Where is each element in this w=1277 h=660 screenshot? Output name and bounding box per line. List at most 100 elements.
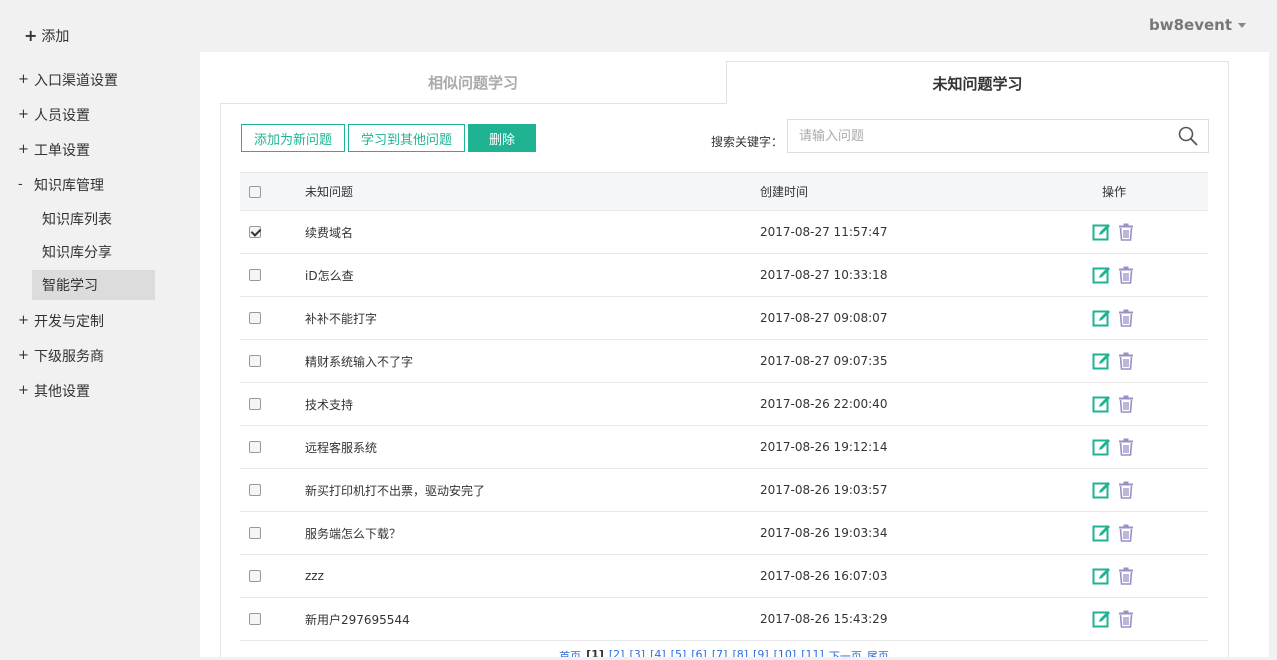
row-checkbox[interactable] — [249, 312, 261, 324]
table-row: 新用户297695544 2017-08-26 15:43:29 — [240, 598, 1208, 641]
row-checkbox[interactable] — [249, 484, 261, 496]
column-header-op: 操作 — [1101, 185, 1126, 199]
unknown-questions-table: 未知问题 创建时间 操作 续费域名 2017-08-27 11:57:47 iD怎么… — [240, 172, 1208, 641]
sidebar-item-label: 下级服务商 — [34, 348, 104, 365]
search-box — [787, 119, 1209, 153]
question-cell: iD怎么查 — [305, 268, 354, 283]
op-cell — [1030, 222, 1198, 242]
trash-icon[interactable] — [1116, 437, 1136, 457]
sidebar-item-dev-custom[interactable]: + 开发与定制 — [0, 303, 200, 338]
edit-icon[interactable] — [1092, 265, 1112, 285]
sidebar-item-label: 开发与定制 — [34, 313, 104, 330]
trash-icon[interactable] — [1116, 308, 1136, 328]
sidebar-subitem-smart-learning[interactable]: 智能学习 — [32, 270, 155, 300]
edit-icon[interactable] — [1092, 394, 1112, 414]
time-cell: 2017-08-27 09:08:07 — [760, 311, 888, 325]
sidebar-item-label: 入口渠道设置 — [34, 72, 118, 89]
sidebar-item-entry-channel[interactable]: + 入口渠道设置 — [0, 62, 200, 97]
tab-similar-learning[interactable]: 相似问题学习 — [220, 61, 726, 104]
trash-icon[interactable] — [1116, 394, 1136, 414]
edit-icon[interactable] — [1092, 308, 1112, 328]
table-row: zzz 2017-08-26 16:07:03 — [240, 555, 1208, 598]
row-checkbox[interactable] — [249, 269, 261, 281]
question-cell: 新买打印机打不出票，驱动安完了 — [305, 483, 486, 498]
trash-icon[interactable] — [1116, 480, 1136, 500]
user-menu[interactable]: bw8event — [1149, 16, 1246, 34]
trash-icon[interactable] — [1116, 222, 1136, 242]
row-checkbox[interactable] — [249, 226, 261, 238]
sidebar-item-sub-provider[interactable]: + 下级服务商 — [0, 338, 200, 373]
row-checkbox[interactable] — [249, 398, 261, 410]
time-cell: 2017-08-26 16:07:03 — [760, 569, 888, 583]
trash-icon[interactable] — [1116, 609, 1136, 629]
row-checkbox[interactable] — [249, 355, 261, 367]
sidebar-subitem-kb-list[interactable]: 知识库列表 — [32, 204, 155, 234]
question-cell: 补补不能打字 — [305, 311, 378, 326]
op-cell — [1030, 351, 1198, 371]
op-cell — [1030, 394, 1198, 414]
expand-icon: + — [18, 383, 29, 398]
edit-icon[interactable] — [1092, 566, 1112, 586]
edit-icon[interactable] — [1092, 222, 1112, 242]
question-cell: 技术支持 — [305, 397, 354, 412]
trash-icon[interactable] — [1116, 566, 1136, 586]
row-checkbox[interactable] — [249, 613, 261, 625]
row-checkbox[interactable] — [249, 570, 261, 582]
search-input[interactable] — [788, 120, 1168, 152]
row-checkbox[interactable] — [249, 441, 261, 453]
tab-unknown-learning[interactable]: 未知问题学习 — [726, 61, 1229, 104]
edit-icon[interactable] — [1092, 609, 1112, 629]
collapse-icon: - — [18, 177, 23, 192]
time-cell: 2017-08-26 19:03:34 — [760, 526, 888, 540]
table-body: 续费域名 2017-08-27 11:57:47 iD怎么查 2017-08-27 1… — [240, 211, 1208, 641]
table-row: 续费域名 2017-08-27 11:57:47 — [240, 211, 1208, 254]
chevron-down-icon — [1238, 22, 1246, 28]
add-as-new-button[interactable]: 添加为新问题 — [241, 124, 346, 152]
op-cell — [1030, 265, 1198, 285]
edit-icon[interactable] — [1092, 480, 1112, 500]
edit-icon[interactable] — [1092, 523, 1112, 543]
trash-icon[interactable] — [1116, 351, 1136, 371]
main-panel: 相似问题学习 未知问题学习 添加为新问题 学习到其他问题 删除 搜索关键字： 未… — [200, 52, 1269, 660]
delete-button[interactable]: 删除 — [468, 124, 537, 152]
op-cell — [1030, 609, 1198, 629]
table-row: iD怎么查 2017-08-27 10:33:18 — [240, 254, 1208, 297]
add-button-label: 添加 — [41, 29, 70, 45]
row-checkbox[interactable] — [249, 527, 261, 539]
question-cell: 新用户297695544 — [305, 612, 410, 627]
op-cell — [1030, 308, 1198, 328]
expand-icon: + — [18, 142, 29, 157]
time-cell: 2017-08-26 22:00:40 — [760, 397, 888, 411]
edit-icon[interactable] — [1092, 437, 1112, 457]
sidebar-item-label: 工单设置 — [34, 142, 90, 159]
table-row: 精财系统输入不了字 2017-08-27 09:07:35 — [240, 340, 1208, 383]
time-cell: 2017-08-26 15:43:29 — [760, 612, 888, 626]
select-all-checkbox[interactable] — [249, 185, 261, 198]
toolbar: 添加为新问题 学习到其他问题 删除 — [241, 124, 537, 152]
search-icon[interactable] — [1168, 120, 1208, 152]
add-button[interactable]: + 添加 — [24, 26, 69, 46]
sidebar-nav: + 入口渠道设置 + 人员设置 + 工单设置 - 知识库管理 知识库列表 知识库分享 智… — [0, 62, 200, 408]
sidebar-item-ticket[interactable]: + 工单设置 — [0, 132, 200, 167]
sidebar-item-label: 其他设置 — [34, 383, 90, 400]
trash-icon[interactable] — [1116, 265, 1136, 285]
time-cell: 2017-08-27 09:07:35 — [760, 354, 888, 368]
table-header: 未知问题 创建时间 操作 — [240, 172, 1208, 211]
question-cell: 精财系统输入不了字 — [305, 354, 414, 369]
column-header-question: 未知问题 — [305, 185, 354, 199]
sidebar-subitem-kb-share[interactable]: 知识库分享 — [32, 237, 155, 267]
op-cell — [1030, 523, 1198, 543]
column-header-time: 创建时间 — [760, 185, 809, 199]
tab-bar: 相似问题学习 未知问题学习 — [220, 61, 1229, 104]
edit-icon[interactable] — [1092, 351, 1112, 371]
learn-to-other-button[interactable]: 学习到其他问题 — [348, 124, 466, 152]
sidebar-item-other-settings[interactable]: + 其他设置 — [0, 373, 200, 408]
sidebar: + 添加 + 入口渠道设置 + 人员设置 + 工单设置 - 知识库管理 知识库列表 知识… — [0, 0, 200, 660]
sidebar-item-label: 人员设置 — [34, 107, 90, 124]
sidebar-item-knowledge-base[interactable]: - 知识库管理 — [0, 167, 200, 202]
expand-icon: + — [18, 348, 29, 363]
table-row: 技术支持 2017-08-26 22:00:40 — [240, 383, 1208, 426]
trash-icon[interactable] — [1116, 523, 1136, 543]
sidebar-item-staff[interactable]: + 人员设置 — [0, 97, 200, 132]
time-cell: 2017-08-26 19:03:57 — [760, 483, 888, 497]
